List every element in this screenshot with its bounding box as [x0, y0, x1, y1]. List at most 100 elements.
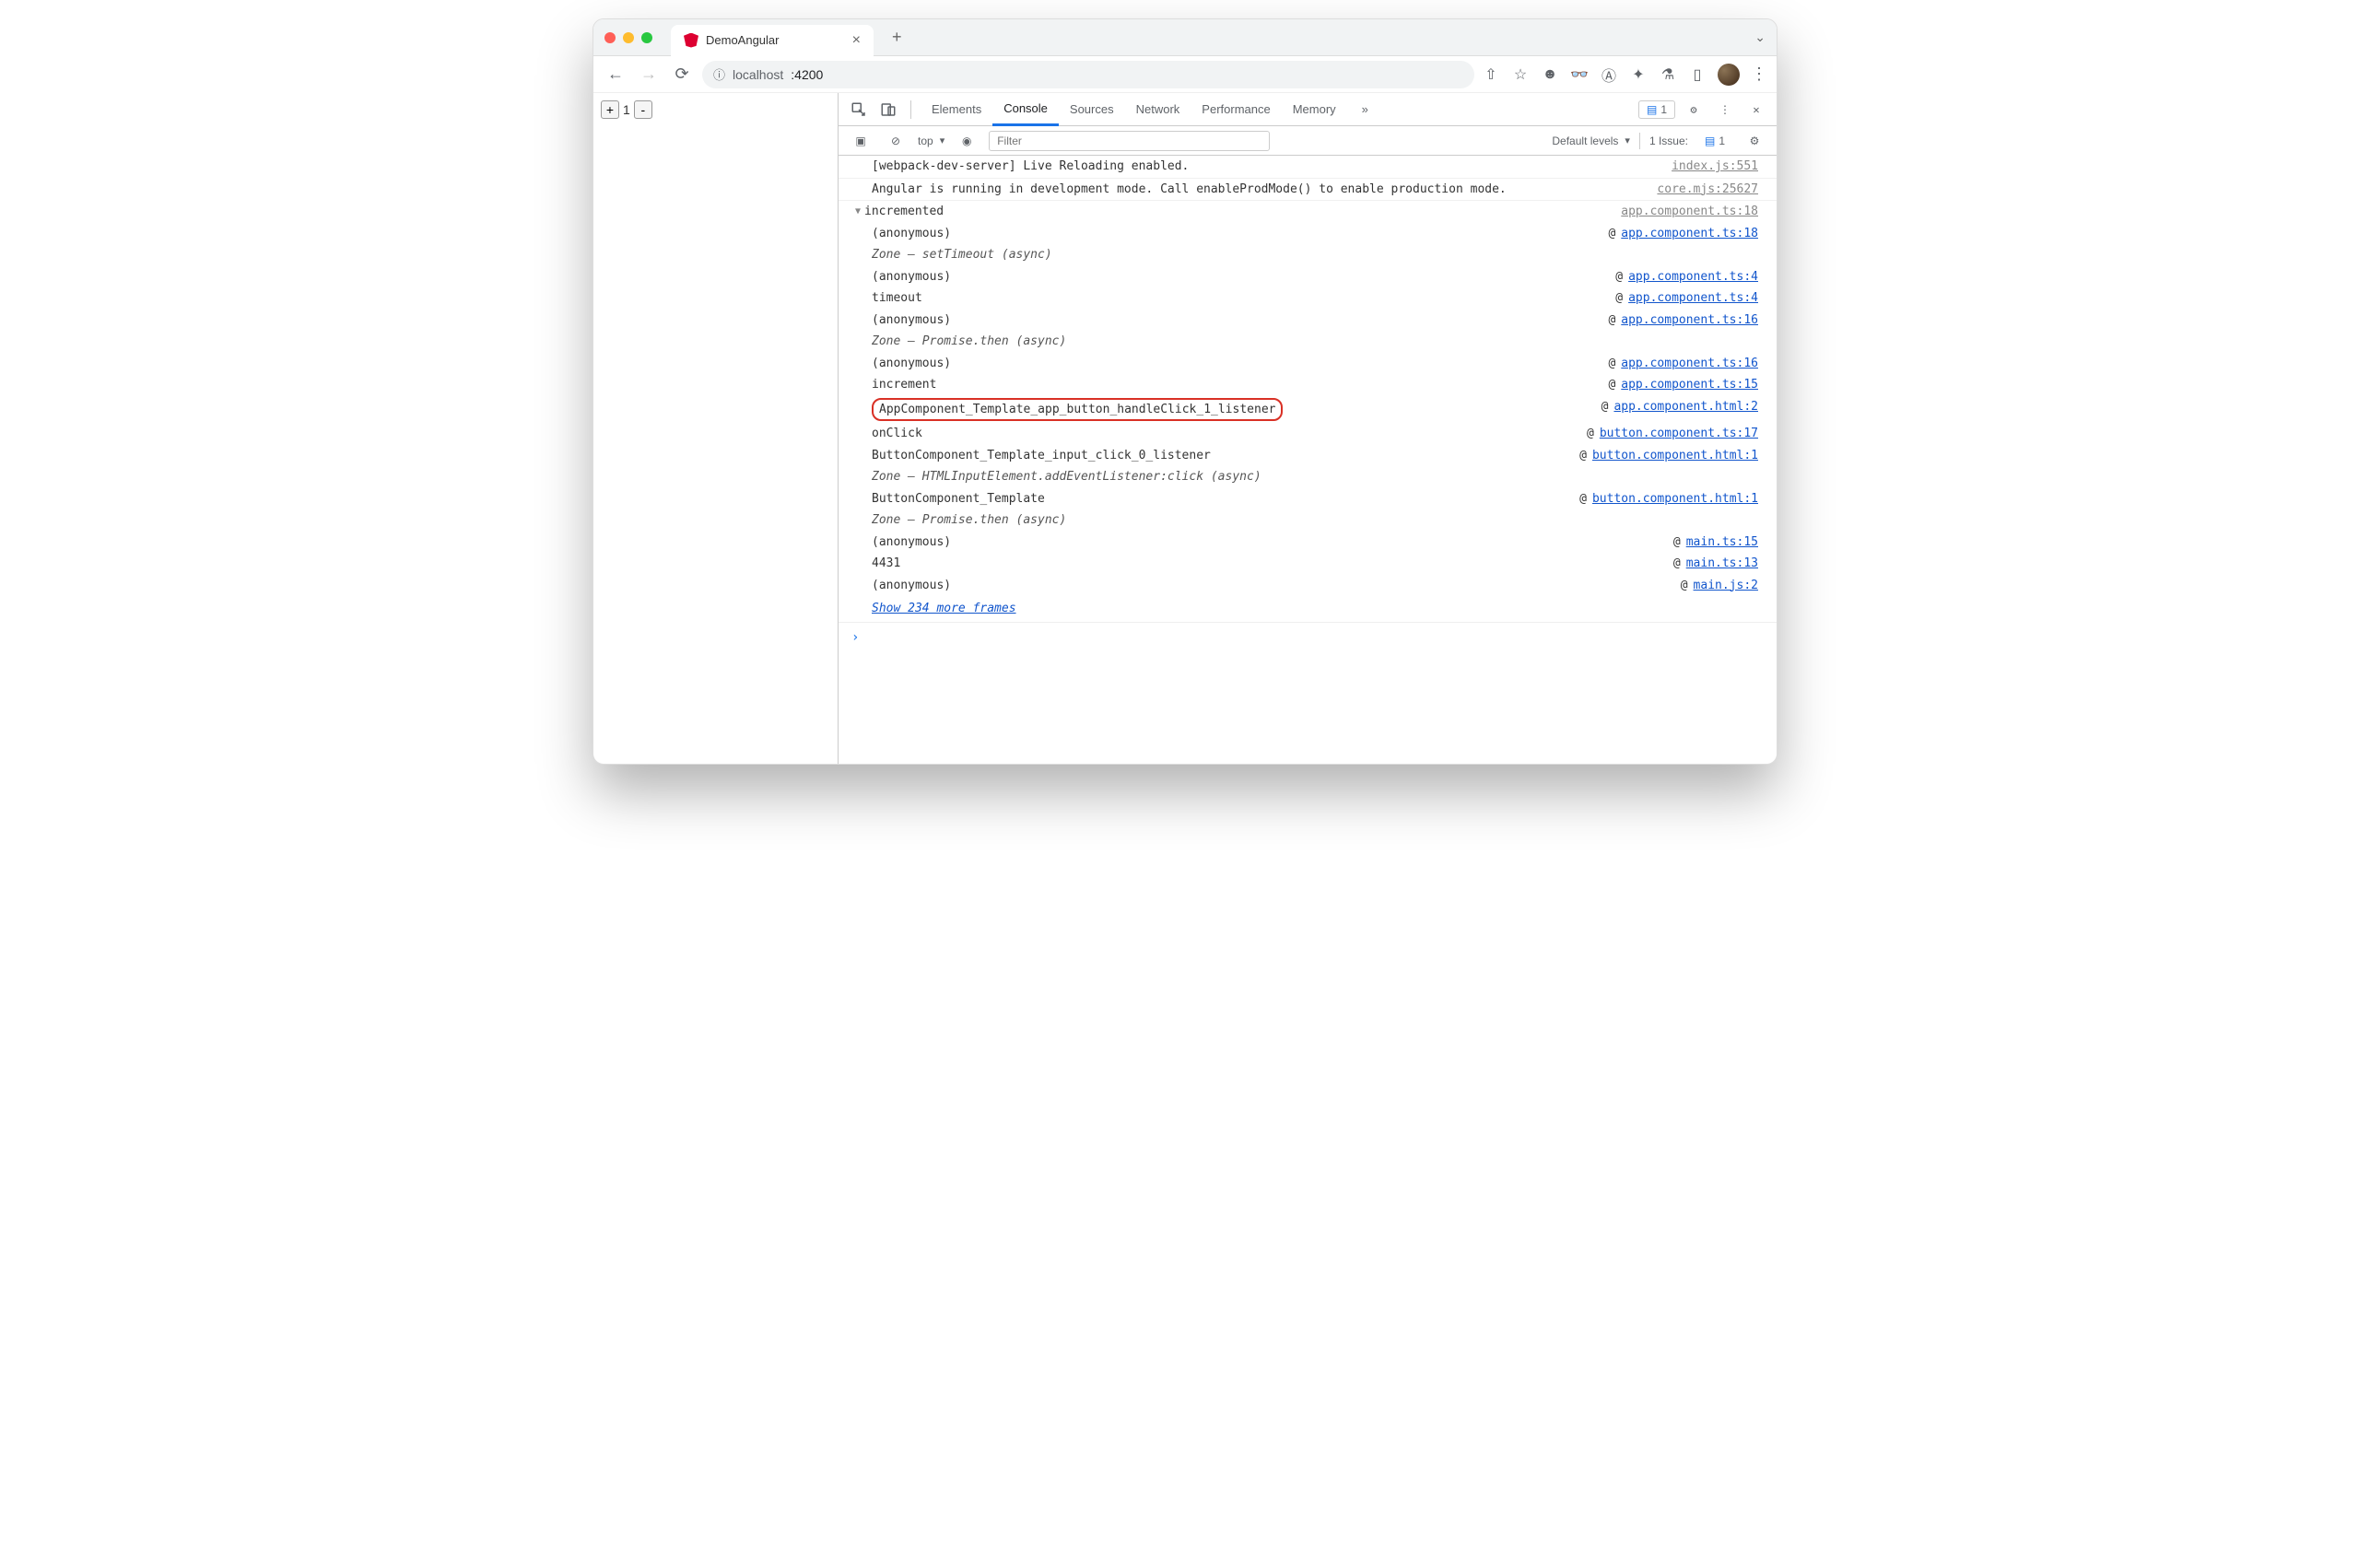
reload-button[interactable]: ⟳	[669, 62, 695, 88]
issues-badge-small[interactable]: ▤ 1	[1697, 133, 1732, 149]
frame-location-link[interactable]: app.component.html:2	[1613, 398, 1758, 422]
stack-frame: ButtonComponent_Template_input_click_0_l…	[839, 445, 1777, 467]
new-tab-button[interactable]: +	[892, 28, 902, 47]
frame-function: Zone – Promise.then (async)	[872, 511, 1758, 530]
frame-location-link[interactable]: main.ts:15	[1686, 533, 1758, 552]
context-label: top	[918, 135, 933, 147]
frame-function: Zone – HTMLInputElement.addEventListener…	[872, 468, 1758, 486]
filter-input[interactable]	[989, 131, 1270, 151]
decrement-button[interactable]: -	[634, 100, 652, 119]
at-symbol: @	[1673, 555, 1681, 573]
live-expression-icon[interactable]: ◉	[954, 128, 980, 154]
at-symbol: @	[1615, 268, 1623, 287]
tab-overflow-icon[interactable]: ⌄	[1754, 29, 1766, 45]
back-button[interactable]: ←	[603, 62, 628, 88]
browser-window: DemoAngular × + ⌄ ← → ⟳ ⓘ localhost :4200…	[592, 18, 1778, 765]
frame-location-link[interactable]: app.component.ts:4	[1628, 289, 1758, 308]
maximize-window-button[interactable]	[641, 32, 652, 43]
at-symbol: @	[1681, 577, 1688, 595]
frame-location-link[interactable]: app.component.ts:18	[1621, 225, 1758, 243]
divider	[1639, 133, 1640, 149]
at-symbol: @	[1579, 490, 1587, 509]
messages-badge[interactable]: ▤ 1	[1638, 100, 1675, 119]
chrome-menu-button[interactable]: ⋮	[1751, 64, 1767, 84]
stack-frame: timeout@app.component.ts:4	[839, 287, 1777, 310]
site-info-icon[interactable]: ⓘ	[713, 65, 725, 83]
console-sidebar-toggle-icon[interactable]: ▣	[848, 128, 874, 154]
labs-flask-icon[interactable]: ⚗	[1659, 65, 1677, 84]
at-symbol: @	[1587, 425, 1594, 443]
show-more-link[interactable]: Show 234 more frames	[872, 602, 1016, 615]
frame-function: (anonymous)	[872, 311, 1608, 330]
log-message: [webpack-dev-server] Live Reloading enab…	[872, 158, 1672, 176]
message-icon: ▤	[1647, 103, 1657, 116]
tab-title: DemoAngular	[706, 33, 780, 47]
forward-button[interactable]: →	[636, 62, 662, 88]
frame-location-link[interactable]: app.component.ts:16	[1621, 311, 1758, 330]
stack-frame: increment@app.component.ts:15	[839, 374, 1777, 396]
inspect-element-icon[interactable]	[846, 97, 872, 123]
angular-favicon-icon	[684, 33, 698, 48]
log-source-link[interactable]: index.js:551	[1672, 158, 1758, 176]
frame-location-link[interactable]: app.component.ts:15	[1621, 376, 1758, 394]
bookmark-star-icon[interactable]: ☆	[1511, 65, 1530, 84]
clear-console-icon[interactable]: ⊘	[883, 128, 909, 154]
console-prompt[interactable]: ›	[839, 622, 1777, 653]
devtools-tab-memory[interactable]: Memory	[1282, 93, 1347, 126]
url-port: :4200	[791, 67, 823, 82]
trace-source-link[interactable]: app.component.ts:18	[1621, 203, 1758, 221]
stack-frame: (anonymous)@main.js:2	[839, 575, 1777, 597]
close-tab-button[interactable]: ×	[852, 32, 861, 49]
show-more-frames[interactable]: Show 234 more frames	[839, 596, 1777, 622]
stack-frame: Zone – Promise.then (async)	[839, 331, 1777, 353]
minimize-window-button[interactable]	[623, 32, 634, 43]
device-toolbar-icon[interactable]	[875, 97, 901, 123]
extensions-puzzle-icon[interactable]: ✦	[1629, 65, 1648, 84]
skull-extension-icon[interactable]: ☻	[1541, 65, 1559, 84]
app-page: + 1 -	[593, 93, 839, 764]
share-icon[interactable]: ⇧	[1482, 65, 1500, 84]
frame-function: (anonymous)	[872, 533, 1673, 552]
stack-frame: (anonymous)@app.component.ts:16	[839, 310, 1777, 332]
log-row: Angular is running in development mode. …	[839, 179, 1777, 202]
devtools-tab-console[interactable]: Console	[992, 93, 1059, 126]
stack-frame: AppComponent_Template_app_button_handleC…	[839, 396, 1777, 424]
at-symbol: @	[1608, 225, 1615, 243]
devtools-tab-elements[interactable]: Elements	[921, 93, 992, 126]
devtools-menu-icon[interactable]: ⋮	[1712, 97, 1738, 123]
trace-header[interactable]: ▼ incremented app.component.ts:18	[839, 201, 1777, 223]
close-window-button[interactable]	[604, 32, 616, 43]
profile-avatar[interactable]	[1718, 64, 1740, 86]
devtools-tab-performance[interactable]: Performance	[1191, 93, 1281, 126]
console-settings-icon[interactable]: ⚙	[1742, 128, 1767, 154]
frame-location-link[interactable]: main.ts:13	[1686, 555, 1758, 573]
log-levels-selector[interactable]: Default levels	[1552, 135, 1630, 147]
frame-function: (anonymous)	[872, 268, 1615, 287]
frame-location-link[interactable]: app.component.ts:4	[1628, 268, 1758, 287]
side-panel-icon[interactable]: ▯	[1688, 65, 1707, 84]
devtools-tab-sources[interactable]: Sources	[1059, 93, 1125, 126]
frame-function: (anonymous)	[872, 355, 1608, 373]
more-tabs-button[interactable]: »	[1351, 93, 1379, 126]
frame-location-link[interactable]: button.component.html:1	[1592, 490, 1758, 509]
frame-location-link[interactable]: main.js:2	[1694, 577, 1758, 595]
frame-location-link[interactable]: button.component.html:1	[1592, 447, 1758, 465]
devtools-settings-icon[interactable]: ⚙	[1681, 97, 1707, 123]
log-source-link[interactable]: core.mjs:25627	[1657, 181, 1758, 199]
incognito-icon[interactable]: 👓	[1570, 65, 1589, 84]
url-host: localhost	[733, 67, 783, 82]
frame-location-link[interactable]: button.component.ts:17	[1600, 425, 1758, 443]
increment-button[interactable]: +	[601, 100, 619, 119]
devtools-close-icon[interactable]: ✕	[1743, 97, 1769, 123]
frame-location-link[interactable]: app.component.ts:16	[1621, 355, 1758, 373]
disclosure-triangle-icon[interactable]: ▼	[855, 205, 861, 218]
stack-frame: Zone – setTimeout (async)	[839, 244, 1777, 266]
context-selector[interactable]: top	[918, 135, 944, 147]
privacy-A-icon[interactable]: Ⓐ	[1600, 65, 1618, 84]
browser-tab[interactable]: DemoAngular ×	[671, 25, 874, 56]
stack-frame: Zone – Promise.then (async)	[839, 509, 1777, 532]
frame-function: ButtonComponent_Template_input_click_0_l…	[872, 447, 1579, 465]
devtools-panel: ElementsConsoleSourcesNetworkPerformance…	[839, 93, 1777, 764]
address-bar[interactable]: ⓘ localhost :4200	[702, 61, 1474, 88]
devtools-tab-network[interactable]: Network	[1125, 93, 1191, 126]
